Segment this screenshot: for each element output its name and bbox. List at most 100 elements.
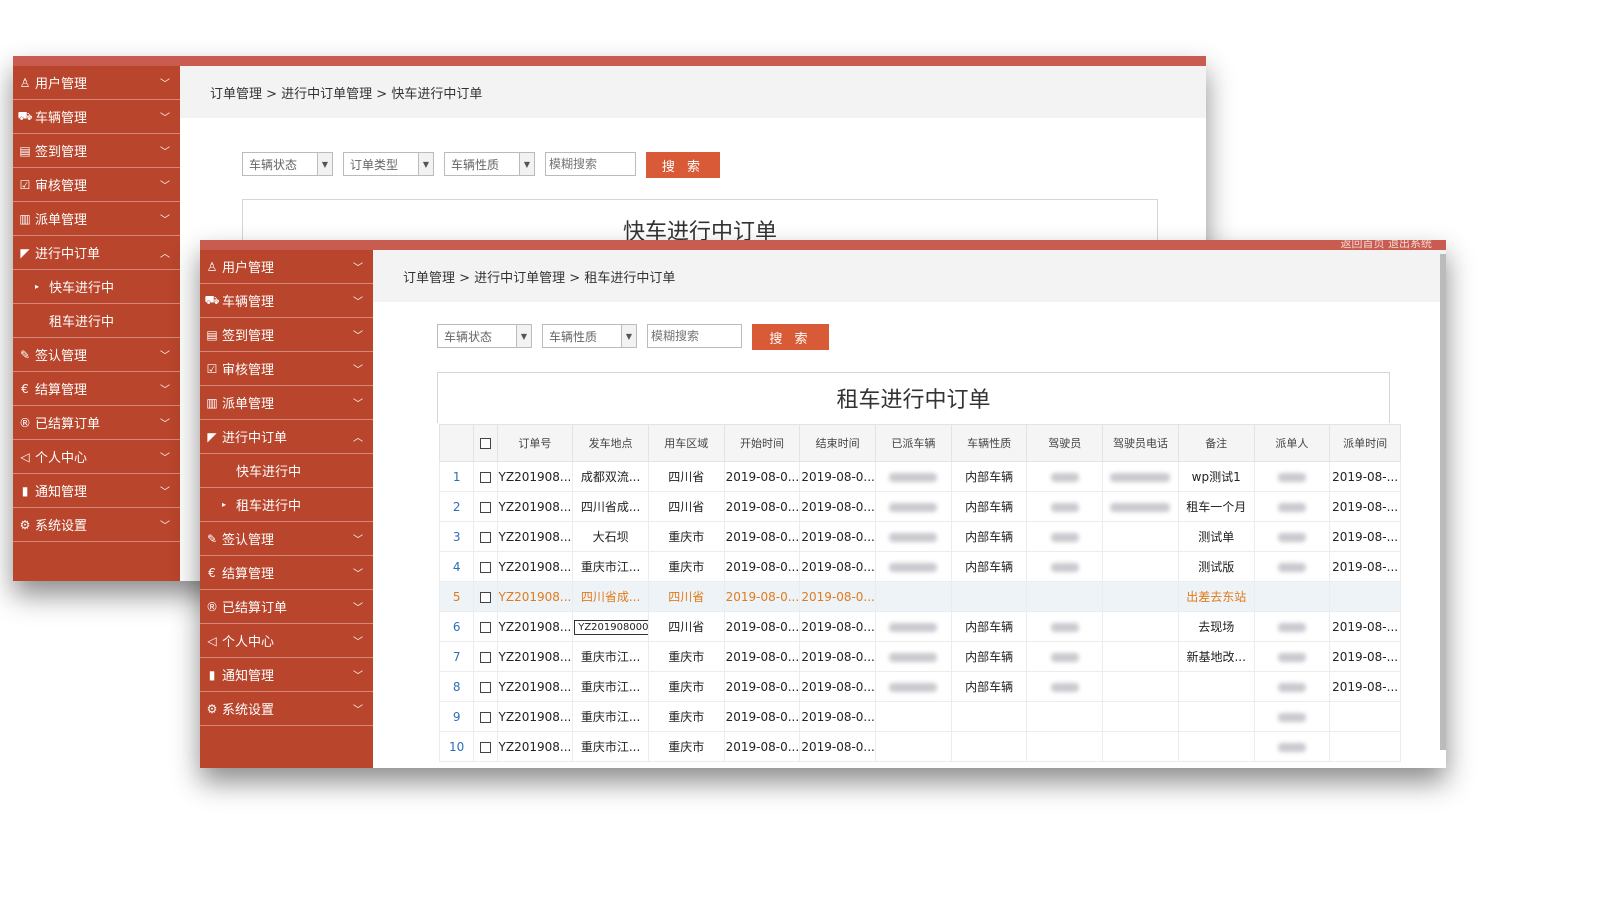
sidebar-item[interactable]: ⚙ 系统设置 ﹀ — [13, 508, 180, 542]
table-row[interactable]: 1 YZ201908... 成都双流... 四川省 2019-08-0... 2019-0… — [438, 461, 1401, 492]
column-header[interactable]: 备注 — [1177, 424, 1255, 462]
sidebar-item[interactable]: € 结算管理 ﹀ — [200, 556, 373, 590]
table-row[interactable]: 7 YZ201908... 重庆市江... 重庆市 2019-08-0... 2019-0… — [438, 641, 1401, 672]
table-row[interactable]: 3 YZ201908... 大石坝 重庆市 2019-08-0... 2019-08-0.… — [438, 521, 1401, 552]
sidebar-item[interactable]: ▥ 派单管理 ﹀ — [200, 386, 373, 420]
active-marker-icon: ▸ — [35, 282, 40, 291]
sidebar-item[interactable]: € 结算管理 ﹀ — [13, 372, 180, 406]
chevron-down-icon: ﹀ — [160, 419, 170, 430]
column-header[interactable]: 驾驶员电话 — [1102, 424, 1179, 462]
cell-origin: 四川省成... — [572, 581, 649, 612]
chevron-down-icon: ﹀ — [353, 331, 363, 342]
column-header[interactable]: 开始时间 — [723, 424, 801, 462]
row-checkbox[interactable] — [479, 711, 491, 723]
sidebar-item[interactable]: ✎ 签认管理 ﹀ — [13, 338, 180, 372]
sidebar-item[interactable]: ☑ 审核管理 ﹀ — [13, 168, 180, 202]
table-row[interactable]: 9 YZ201908... 重庆市江... 重庆市 2019-08-0... 2019-0… — [438, 701, 1401, 732]
row-checkbox[interactable] — [479, 591, 491, 603]
user-icon: ♙ — [206, 259, 218, 274]
column-header[interactable]: 订单号 — [496, 424, 574, 462]
sidebar-item-label: 通知管理 — [35, 485, 88, 500]
sidebar-item[interactable]: ◁ 个人中心 ﹀ — [200, 624, 373, 658]
sidebar-item[interactable]: ⛟ 车辆管理 ﹀ — [200, 284, 373, 318]
search-input[interactable] — [545, 152, 636, 176]
sidebar-item[interactable]: ◁ 个人中心 ﹀ — [13, 440, 180, 474]
row-checkbox[interactable] — [479, 651, 491, 663]
cell-order: YZ201908... — [496, 581, 574, 612]
row-checkbox[interactable] — [479, 741, 491, 753]
vehicle-status-select[interactable]: 车辆状态 ▼ — [242, 152, 333, 176]
cell-order: YZ201908... — [496, 551, 574, 582]
sidebar-item[interactable]: ⚙ 系统设置 ﹀ — [200, 692, 373, 726]
sidebar-item-label: 用户管理 — [222, 261, 275, 276]
redacted-value — [1277, 742, 1306, 752]
cell-dispatcher — [1253, 491, 1331, 522]
sidebar-item[interactable]: ☑ 审核管理 ﹀ — [200, 352, 373, 386]
row-checkbox[interactable] — [479, 681, 491, 693]
column-header[interactable]: 结束时间 — [799, 424, 877, 462]
search-input[interactable] — [647, 324, 742, 348]
column-header[interactable]: 驾驶员 — [1026, 424, 1104, 462]
row-checkbox[interactable] — [479, 621, 491, 633]
chevron-down-icon: ﹀ — [353, 569, 363, 580]
table-row[interactable]: 2 YZ201908... 四川省成... 四川省 2019-08-0... 2019-0… — [438, 491, 1401, 522]
table-row[interactable]: 10 YZ201908... 重庆市江... 重庆市 2019-08-0... 2019-… — [438, 731, 1401, 762]
cell-phone — [1102, 491, 1179, 522]
row-checkbox[interactable] — [479, 531, 491, 543]
sidebar-item[interactable]: ♙ 用户管理 ﹀ — [200, 250, 373, 284]
sidebar-item-label: 签认管理 — [35, 349, 88, 364]
vehicle-nature-select[interactable]: 车辆性质 ▼ — [444, 152, 535, 176]
chevron-up-icon: ︿ — [353, 433, 363, 444]
sidebar-item[interactable]: ® 已结算订单 ﹀ — [13, 406, 180, 440]
search-button[interactable]: 搜 索 — [752, 324, 829, 350]
redacted-value — [1050, 532, 1079, 542]
row-checkbox[interactable] — [479, 501, 491, 513]
cell-start: 2019-08-0... — [723, 521, 801, 552]
sidebar-subitem[interactable]: ▸ 租车进行中 — [200, 488, 373, 522]
row-checkbox[interactable] — [479, 561, 491, 573]
column-header[interactable]: 车辆性质 — [950, 424, 1028, 462]
column-header[interactable]: 已派车辆 — [875, 424, 952, 462]
sidebar-item[interactable]: ♙ 用户管理 ﹀ — [13, 66, 180, 100]
sidebar-item[interactable]: ▮ 通知管理 ﹀ — [13, 474, 180, 508]
table-row[interactable]: 8 YZ201908... 重庆市江... 重庆市 2019-08-0... 2019-0… — [438, 671, 1401, 702]
sidebar-item[interactable]: ▤ 签到管理 ﹀ — [13, 134, 180, 168]
column-header[interactable]: 发车地点 — [572, 424, 649, 462]
cell-remark: 去现场 — [1177, 611, 1255, 642]
table-row[interactable]: 5 YZ201908... 四川省成... 四川省 2019-08-0... 2019-0… — [438, 581, 1401, 612]
column-header[interactable]: 派单时间 — [1329, 424, 1401, 462]
search-button[interactable]: 搜 索 — [646, 152, 720, 178]
sidebar-item[interactable]: ✎ 签认管理 ﹀ — [200, 522, 373, 556]
table-row[interactable]: 6YZ201908...YZ20190800077四川省2019-08-0...… — [438, 611, 1401, 642]
sidebar-item[interactable]: ◤ 进行中订单 ︿ — [200, 420, 373, 454]
settled-icon: ® — [19, 415, 31, 430]
row-select-cell — [473, 641, 498, 672]
row-checkbox[interactable] — [479, 471, 491, 483]
sidebar-subitem[interactable]: 租车进行中 — [13, 304, 180, 338]
sidebar-item[interactable]: ▥ 派单管理 ﹀ — [13, 202, 180, 236]
cell-order: YZ201908... — [496, 671, 574, 702]
sidebar-item[interactable]: ◤ 进行中订单 ︿ — [13, 236, 180, 270]
cell-driver — [1026, 521, 1104, 552]
chevron-down-icon: ﹀ — [160, 351, 170, 362]
cell-car — [875, 581, 952, 612]
cell-time — [1329, 581, 1401, 612]
order-type-select[interactable]: 订单类型 ▼ — [343, 152, 434, 176]
scrollbar[interactable] — [1440, 254, 1446, 750]
table-row[interactable]: 4 YZ201908... 重庆市江... 重庆市 2019-08-0... 2019-0… — [438, 551, 1401, 582]
sidebar-subitem[interactable]: ▸ 快车进行中 — [13, 270, 180, 304]
sidebar-subitem[interactable]: 快车进行中 — [200, 454, 373, 488]
row-number: 9 — [438, 701, 475, 732]
cell-order: YZ201908... — [496, 731, 574, 762]
sidebar-item[interactable]: ▤ 签到管理 ﹀ — [200, 318, 373, 352]
vehicle-status-select[interactable]: 车辆状态 ▼ — [437, 324, 532, 348]
sidebar-item-label: 用户管理 — [35, 77, 88, 92]
column-header[interactable]: 用车区域 — [647, 424, 725, 462]
sidebar-item[interactable]: ® 已结算订单 ﹀ — [200, 590, 373, 624]
sidebar-item[interactable]: ⛟ 车辆管理 ﹀ — [13, 100, 180, 134]
column-header[interactable]: 派单人 — [1253, 424, 1331, 462]
sidebar-item[interactable]: ▮ 通知管理 ﹀ — [200, 658, 373, 692]
vehicle-nature-select[interactable]: 车辆性质 ▼ — [542, 324, 637, 348]
chevron-down-icon: ▼ — [519, 153, 534, 175]
select-all-checkbox[interactable] — [479, 438, 491, 449]
